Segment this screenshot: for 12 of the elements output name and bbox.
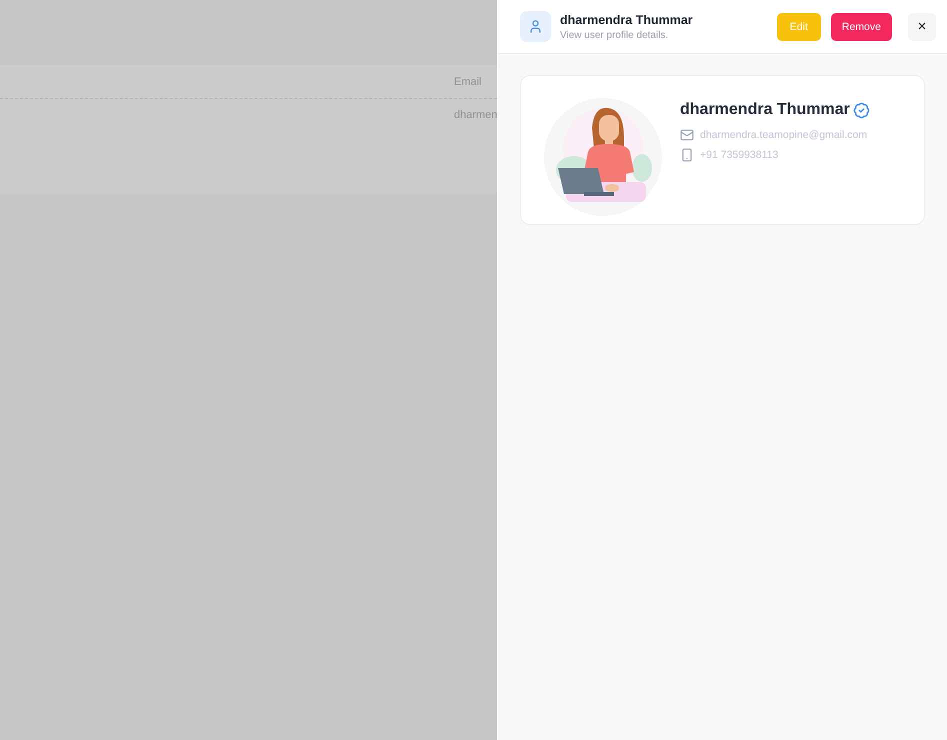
- drawer-title: dharmendra Thummar: [560, 12, 694, 26]
- remove-button[interactable]: Remove: [830, 12, 892, 40]
- profile-email: dharmendra.teamopine@gmail.com: [700, 129, 868, 141]
- profile-name: dharmendra Thummar: [680, 101, 850, 119]
- mail-icon: [680, 128, 694, 142]
- column-header: Email: [454, 76, 483, 88]
- drawer-subtitle: View user profile details.: [560, 30, 670, 40]
- table-cell: dharmen: [454, 109, 497, 121]
- profile-phone: +91 7359938113: [700, 149, 778, 161]
- close-button[interactable]: ×: [908, 12, 936, 40]
- user-icon: [520, 11, 551, 42]
- phone-icon: [680, 148, 694, 162]
